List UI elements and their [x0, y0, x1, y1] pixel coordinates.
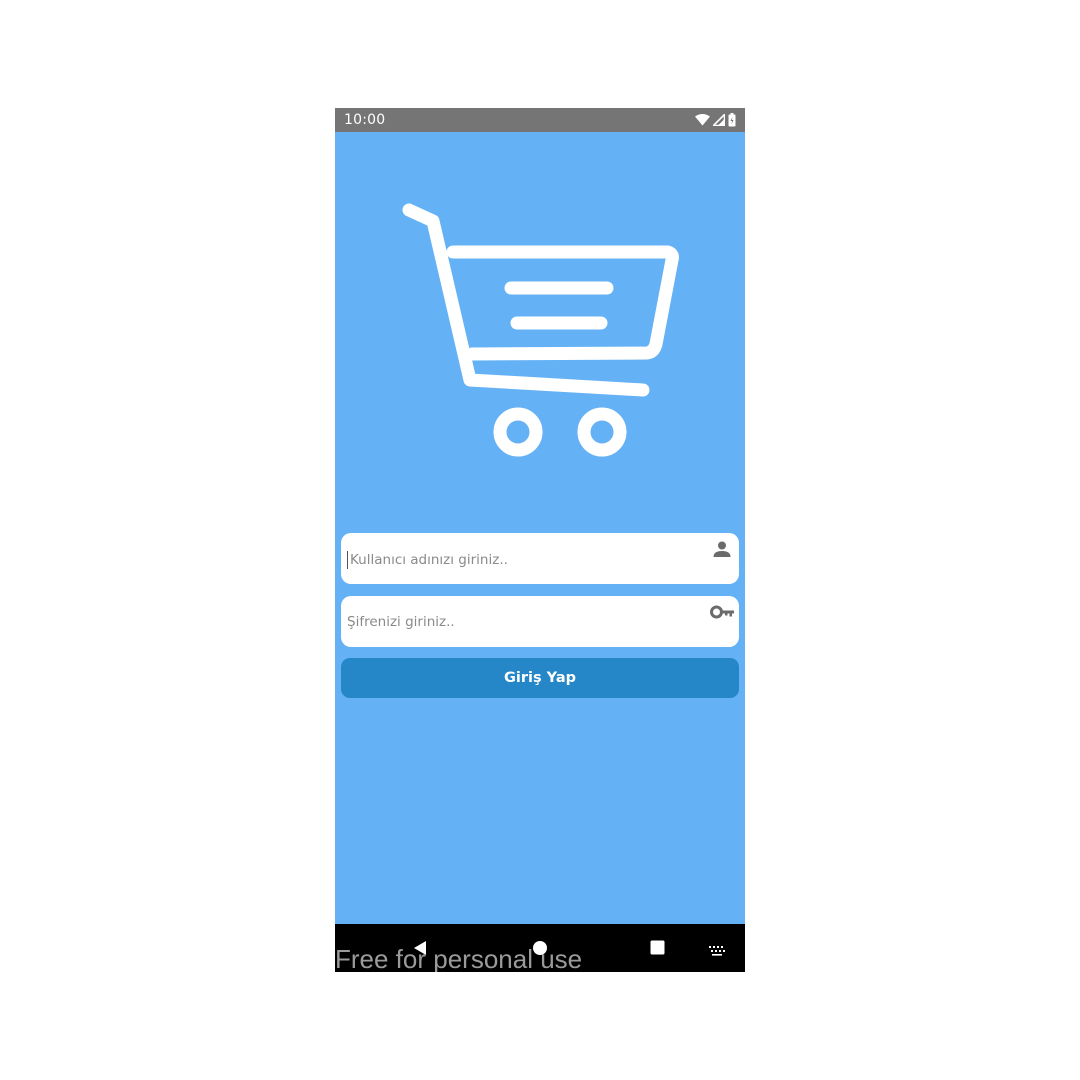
person-icon	[711, 538, 733, 560]
keyboard-icon[interactable]	[708, 942, 726, 961]
username-input[interactable]	[347, 551, 707, 569]
password-input[interactable]	[347, 596, 707, 647]
shopping-cart-icon	[402, 203, 679, 457]
key-icon	[710, 601, 736, 623]
recents-icon[interactable]	[650, 940, 665, 959]
watermark-text: Free for personal use	[335, 944, 583, 972]
phone-screen: 10:00 Kullanıcı adınızı giriniz.. Giriş …	[335, 108, 745, 972]
username-field[interactable]	[341, 533, 739, 584]
login-button[interactable]: Giriş Yap	[341, 658, 739, 698]
password-field[interactable]	[341, 596, 739, 647]
